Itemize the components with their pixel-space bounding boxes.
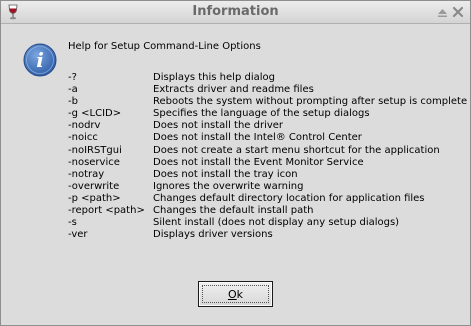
option-flag: -overwrite <box>68 180 120 192</box>
option-description: Does not install the Intel® Control Cent… <box>153 132 362 144</box>
option-flag: -a <box>68 84 78 96</box>
option-description: Does not create a start menu shortcut fo… <box>153 144 440 156</box>
option-flag: -b <box>68 96 78 108</box>
option-row: -p <path> Changes default directory locat… <box>68 193 468 205</box>
option-description: Specifies the language of the setup dial… <box>153 108 370 120</box>
option-row: -a Extracts driver and readme files <box>68 84 468 96</box>
shade-icon[interactable] <box>437 7 448 18</box>
window-title: Information <box>192 4 279 19</box>
option-flag: -ver <box>68 229 88 241</box>
option-description: Reboots the system without prompting aft… <box>153 96 468 108</box>
option-description: Does not install the driver <box>153 120 284 132</box>
option-description: Changes the default install path <box>153 205 314 217</box>
option-description: Does not install the Event Monitor Servi… <box>153 156 364 168</box>
option-description: Silent install (does not display any set… <box>153 217 400 229</box>
option-description: Extracts driver and readme files <box>153 84 314 96</box>
ok-label-rest: k <box>236 288 244 301</box>
option-flag: -nodrv <box>68 120 101 132</box>
option-flag: -noservice <box>68 156 120 168</box>
option-flag: -g <LCID> <box>68 108 122 120</box>
ok-button[interactable]: Ok <box>198 281 273 307</box>
option-row: -noicc Does not install the Intel® Contro… <box>68 132 468 144</box>
option-row: -noIRSTgui Does not create a start menu s… <box>68 145 468 157</box>
option-description: Displays driver versions <box>153 229 273 241</box>
close-icon[interactable] <box>452 6 464 18</box>
dialog-window: Information i Help for Setup Command-Lin… <box>0 0 471 326</box>
option-flag: -noIRSTgui <box>68 144 122 156</box>
options-list: -? Displays this help dialog -a Extracts dr… <box>68 72 468 241</box>
option-row: -noservice Does not install the Event Mon… <box>68 157 468 169</box>
option-row: -s Silent install (does not display any s… <box>68 217 468 229</box>
option-flag: -p <path> <box>68 192 121 204</box>
option-row: -overwrite Ignores the overwrite warning <box>68 181 468 193</box>
ok-mnemonic: O <box>227 288 237 301</box>
option-description: Displays this help dialog <box>153 72 275 83</box>
title-bar[interactable]: Information <box>1 1 470 24</box>
option-description: Ignores the overwrite warning <box>153 180 304 192</box>
option-row: -notray Does not install the tray icon <box>68 169 468 181</box>
option-row: -? Displays this help dialog <box>68 72 468 84</box>
option-row: -nodrv Does not install the driver <box>68 120 468 132</box>
option-flag: -noicc <box>68 132 98 144</box>
svg-text:i: i <box>36 48 44 72</box>
option-row: -g <LCID> Specifies the language of the s… <box>68 108 468 120</box>
option-description: Changes default directory location for a… <box>153 192 425 204</box>
option-flag: -s <box>68 217 77 229</box>
option-row: -ver Displays driver versions <box>68 229 468 241</box>
info-icon: i <box>23 43 57 77</box>
ok-button-label: Ok <box>202 285 269 303</box>
option-row: -b Reboots the system without prompting a… <box>68 96 468 108</box>
option-flag: -notray <box>68 168 105 180</box>
option-flag: -report <path> <box>68 205 145 217</box>
option-description: Does not install the tray icon <box>153 168 298 180</box>
dialog-heading: Help for Setup Command-Line Options <box>68 41 261 52</box>
option-row: -report <path> Changes the default instal… <box>68 205 468 217</box>
option-flag: -? <box>68 72 77 83</box>
